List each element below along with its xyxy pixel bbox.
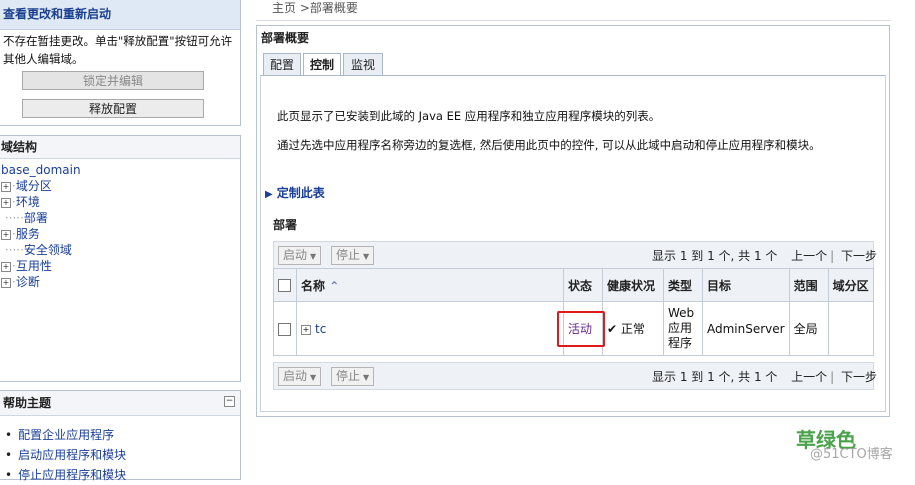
- list-item: 配置企业应用程序: [5, 425, 126, 445]
- pager-previous[interactable]: 上一个: [791, 249, 827, 263]
- start-button[interactable]: 启动 ▼: [278, 246, 322, 265]
- start-button[interactable]: 启动 ▼: [278, 367, 322, 386]
- dropdown-caret-icon: ▼: [310, 373, 317, 382]
- pager: 显示 1 到 1 个, 共 1 个 上一个 | 下一步: [652, 370, 877, 384]
- change-center-title[interactable]: 查看更改和重新启动: [0, 0, 240, 30]
- stop-button[interactable]: 停止 ▼: [331, 246, 375, 265]
- select-all-checkbox[interactable]: [278, 279, 291, 292]
- pager-info: 显示 1 到 1 个, 共 1 个: [652, 370, 778, 384]
- pager: 显示 1 到 1 个, 共 1 个 上一个 | 下一步: [652, 249, 877, 263]
- domain-structure-panel: 域结构 base_domain + ·域分区 + ·环境 ·····部署 + ·服务 …: [0, 135, 241, 382]
- domain-structure-title: 域结构: [0, 136, 240, 159]
- table-header-row: 名称 ⌃ 状态 健康状况 类型 目标 范围 域分区: [273, 268, 875, 302]
- pager-previous[interactable]: 上一个: [791, 370, 827, 384]
- column-header-status[interactable]: 状态: [563, 268, 603, 302]
- app-name-link[interactable]: tc: [315, 322, 326, 336]
- collapse-icon[interactable]: −: [224, 396, 235, 407]
- tree-root-base-domain[interactable]: base_domain: [1, 163, 81, 177]
- change-center-panel: 查看更改和重新启动 不存在暂挂更改。单击"释放配置"按钮可允许其他人编辑域。 锁…: [0, 0, 241, 126]
- column-header-scope[interactable]: 范围: [788, 268, 829, 302]
- expand-plus-icon[interactable]: +: [1, 262, 11, 272]
- release-config-button[interactable]: 释放配置: [22, 99, 204, 118]
- target-cell: AdminServer: [702, 301, 790, 356]
- row-select-cell: [273, 301, 297, 356]
- domain-tree: base_domain + ·域分区 + ·环境 ·····部署 + ·服务 ····…: [1, 163, 81, 289]
- column-header-health[interactable]: 健康状况: [602, 268, 664, 302]
- breadcrumb-separator: >: [296, 1, 310, 15]
- tree-item-interoperability[interactable]: 互用性: [16, 259, 52, 273]
- triangle-right-icon: ▶: [265, 189, 273, 200]
- dropdown-caret-icon: ▼: [310, 252, 317, 261]
- breadcrumb: 主页 >部署概要: [272, 0, 358, 16]
- select-all-header: [273, 268, 297, 302]
- tree-item-deployments[interactable]: 部署: [24, 211, 48, 225]
- deployment-summary-panel: 部署概要 配置 控制 监视 此页显示了已安装到此域的 Java EE 应用程序和…: [256, 25, 890, 417]
- page-title: 部署概要: [261, 31, 310, 45]
- health-value: 正常: [620, 322, 645, 336]
- breadcrumb-current: 部署概要: [309, 1, 358, 15]
- tab-configuration[interactable]: 配置: [263, 53, 301, 75]
- status-highlight-annotation: [557, 311, 605, 347]
- lock-edit-button[interactable]: 锁定并编辑: [22, 71, 204, 90]
- expand-plus-icon[interactable]: +: [1, 278, 11, 288]
- column-header-name[interactable]: 名称 ⌃: [296, 268, 564, 302]
- row-checkbox[interactable]: [278, 322, 291, 336]
- stop-button-label: 停止: [336, 248, 361, 262]
- scope-cell: 全局: [788, 301, 829, 356]
- stop-button-label: 停止: [336, 369, 361, 383]
- help-topics-list: 配置企业应用程序 启动应用程序和模块 停止应用程序和模块: [5, 425, 126, 485]
- table-toolbar-bottom: 启动 ▼ 停止 ▼ 显示 1 到 1 个, 共 1 个 上一个 | 下一步: [273, 362, 877, 390]
- help-topics-panel: 帮助主题 − 配置企业应用程序 启动应用程序和模块 停止应用程序和模块: [0, 390, 241, 482]
- tab-control[interactable]: 控制: [303, 53, 341, 76]
- list-item: 启动应用程序和模块: [5, 445, 126, 465]
- help-link-configure-enterprise-apps[interactable]: 配置企业应用程序: [18, 428, 114, 442]
- partition-cell: [827, 301, 875, 356]
- table-toolbar-top: 启动 ▼ 停止 ▼ 显示 1 到 1 个, 共 1 个 上一个 | 下一步: [273, 241, 877, 269]
- list-item: 停止应用程序和模块: [5, 465, 126, 485]
- type-cell: Web 应用程序: [663, 301, 703, 356]
- divider: [256, 20, 891, 21]
- description-paragraph-2: 通过先选中应用程序名称旁边的复选框, 然后使用此页中的控件, 可以从此域中启动和…: [277, 138, 821, 152]
- column-header-type[interactable]: 类型: [663, 268, 703, 302]
- dropdown-caret-icon: ▼: [363, 373, 370, 382]
- start-button-label: 启动: [283, 369, 308, 383]
- tab-monitoring[interactable]: 监视: [343, 53, 383, 75]
- description-paragraph-1: 此页显示了已安装到此域的 Java EE 应用程序和独立应用程序模块的列表。: [277, 109, 661, 123]
- help-link-stop-apps[interactable]: 停止应用程序和模块: [18, 468, 126, 482]
- tree-item-environment[interactable]: 环境: [16, 195, 40, 209]
- expand-plus-icon[interactable]: +: [1, 230, 11, 240]
- name-cell: + tc: [296, 301, 564, 356]
- change-center-message: 不存在暂挂更改。单击"释放配置"按钮可允许其他人编辑域。: [3, 34, 233, 66]
- breadcrumb-home[interactable]: 主页: [272, 1, 296, 15]
- watermark-site: @51CTO博客: [810, 447, 893, 462]
- checkmark-icon: ✔: [607, 322, 618, 336]
- customize-table-label: 定制此表: [276, 186, 325, 200]
- column-header-target[interactable]: 目标: [702, 268, 790, 302]
- pager-next[interactable]: 下一步: [841, 370, 877, 384]
- customize-table-link[interactable]: ▶ 定制此表: [265, 184, 325, 201]
- expand-plus-icon[interactable]: +: [1, 182, 11, 192]
- column-name-label: 名称: [301, 278, 326, 293]
- pager-info: 显示 1 到 1 个, 共 1 个: [652, 249, 778, 263]
- help-topics-title: 帮助主题: [0, 391, 240, 416]
- tree-item-diagnostics[interactable]: 诊断: [16, 275, 40, 289]
- stop-button[interactable]: 停止 ▼: [331, 367, 375, 386]
- tree-item-services[interactable]: 服务: [16, 227, 40, 241]
- tree-item-security-realms[interactable]: 安全领域: [24, 243, 72, 257]
- tree-item-domain-partitions[interactable]: 域分区: [16, 179, 52, 193]
- expand-plus-icon[interactable]: +: [301, 324, 311, 335]
- sort-ascending-icon[interactable]: ⌃: [329, 279, 339, 293]
- help-link-start-apps[interactable]: 启动应用程序和模块: [18, 448, 126, 462]
- dropdown-caret-icon: ▼: [363, 252, 370, 261]
- pager-next[interactable]: 下一步: [841, 249, 877, 263]
- deployments-section-title: 部署: [273, 218, 298, 232]
- health-cell: ✔ 正常: [602, 301, 664, 356]
- start-button-label: 启动: [283, 248, 308, 262]
- column-header-partition[interactable]: 域分区: [827, 268, 875, 302]
- expand-plus-icon[interactable]: +: [1, 198, 11, 208]
